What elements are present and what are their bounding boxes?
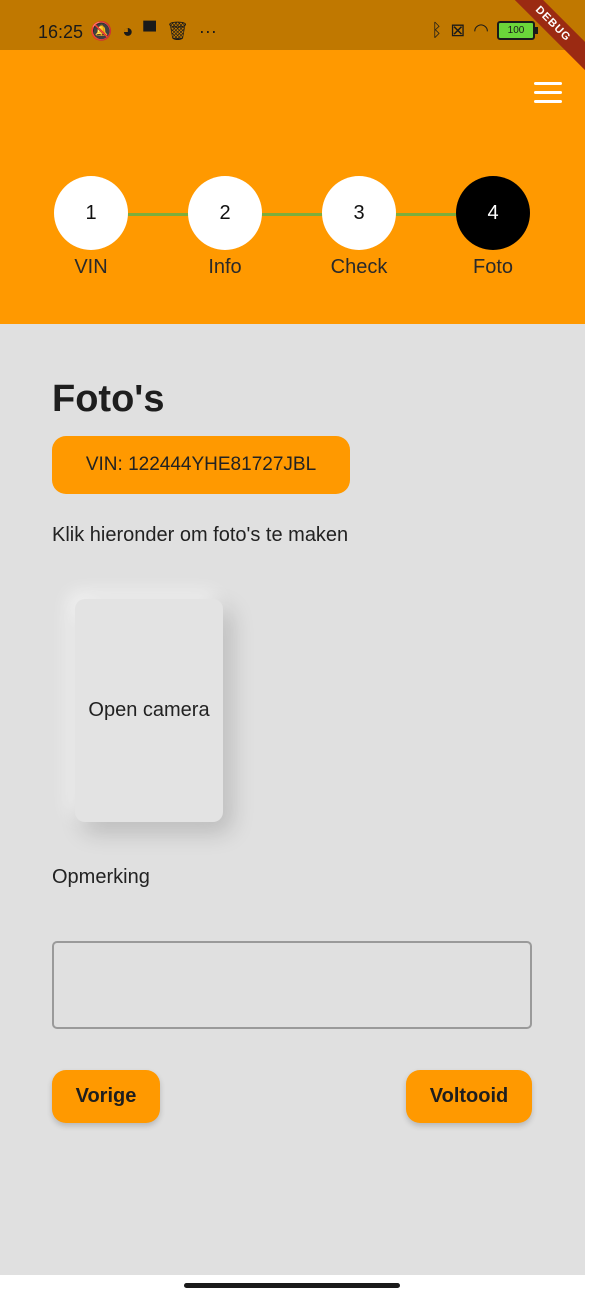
step-check[interactable]: 3 Check (321, 176, 397, 279)
step-number: 1 (54, 176, 128, 250)
step-vin[interactable]: 1 VIN (53, 176, 129, 279)
remark-input[interactable] (52, 941, 532, 1029)
step-connector (262, 213, 322, 216)
battery-icon: 100 (497, 20, 538, 40)
wifi-icon: ◠ (473, 20, 489, 40)
step-label: VIN (74, 256, 108, 278)
open-camera-button[interactable]: Open camera (75, 599, 223, 822)
step-number: 3 (322, 176, 396, 250)
open-camera-label: Open camera (88, 699, 210, 721)
status-icons-right: ᛒ ⊠ ◠ 100 (431, 19, 538, 41)
step-number: 4 (456, 176, 530, 250)
status-bar: 16:25 🔕 ◕ ▀ 🗑 ··· ᛒ ⊠ ◠ 100 (0, 0, 585, 50)
more-notifications-icon: ··· (198, 21, 217, 41)
trash-icon: 🗑 (166, 21, 189, 41)
status-time: 16:25 (38, 22, 84, 42)
remark-label: Opmerking (52, 866, 150, 888)
instruction-text: Klik hieronder om foto's te maken (52, 524, 349, 546)
step-foto[interactable]: 4 Foto (455, 176, 531, 279)
menu-icon[interactable] (534, 82, 562, 103)
data-saver-icon: ◕ (122, 21, 134, 41)
previous-button[interactable]: Vorige (52, 1070, 160, 1123)
vin-badge: VIN: 122444YHE81727JBL (52, 436, 350, 494)
mute-alarm-icon: 🔕 (90, 21, 113, 41)
progress-stepper: 1 VIN 2 Info 3 Check 4 Foto (0, 176, 585, 286)
page-title: Foto's (52, 378, 165, 420)
bluetooth-icon: ᛒ (431, 20, 443, 40)
gesture-nav-handle[interactable] (184, 1283, 400, 1288)
complete-button[interactable]: Voltooid (406, 1070, 532, 1123)
step-connector (396, 213, 456, 216)
step-number: 2 (188, 176, 262, 250)
app-header: 1 VIN 2 Info 3 Check 4 Foto (0, 50, 585, 324)
no-sim-icon: ⊠ (450, 20, 466, 40)
step-label: Info (208, 256, 242, 278)
app-screen: 16:25 🔕 ◕ ▀ 🗑 ··· ᛒ ⊠ ◠ 100 DEBUG 1 VIN (0, 0, 585, 1275)
step-label: Check (330, 256, 388, 278)
cast-icon: ▀ (143, 21, 157, 41)
status-icons-left: 🔕 ◕ ▀ 🗑 ··· (90, 20, 217, 42)
step-label: Foto (472, 256, 514, 278)
step-info[interactable]: 2 Info (187, 176, 263, 279)
step-connector (128, 213, 188, 216)
